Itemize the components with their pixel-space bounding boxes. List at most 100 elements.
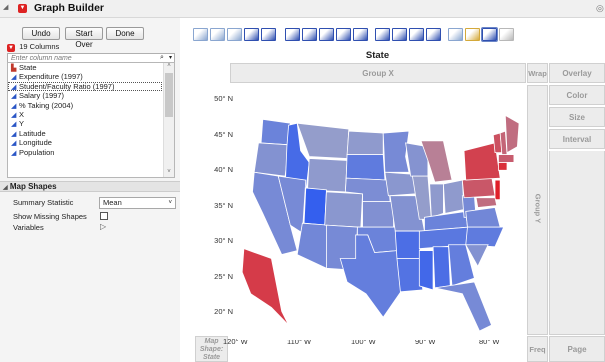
heatmap-icon[interactable] xyxy=(375,28,390,41)
disclosure-triangle-icon[interactable]: ◢ xyxy=(3,4,11,12)
column-item[interactable]: ◢ Longitude xyxy=(8,138,174,147)
state-shape[interactable] xyxy=(307,158,348,193)
state-shape[interactable] xyxy=(324,191,363,228)
size-zone[interactable]: Size xyxy=(549,107,605,127)
contour-icon[interactable] xyxy=(244,28,259,41)
group-y-zone[interactable]: Group Y xyxy=(527,85,548,335)
state-shape[interactable] xyxy=(394,230,422,259)
state-shape[interactable] xyxy=(498,162,508,171)
column-item[interactable]: ◢ X xyxy=(8,110,174,119)
element-toolbar xyxy=(193,27,543,44)
column-item-label: Y xyxy=(19,119,25,129)
column-item-label: Population xyxy=(19,147,55,157)
state-shape[interactable] xyxy=(465,207,501,228)
state-shape[interactable] xyxy=(260,118,291,146)
wrap-zone[interactable]: Wrap xyxy=(527,63,548,83)
state-shape[interactable] xyxy=(303,187,327,226)
red-triangle-menu-icon[interactable]: ▼ xyxy=(18,4,27,13)
state-shape[interactable] xyxy=(346,130,384,155)
map-shapes-icon[interactable] xyxy=(481,27,498,42)
y-axis: 50° N 45° N 40° N 35° N 30° N 25° N 20° N xyxy=(190,86,236,336)
state-shape[interactable] xyxy=(253,142,290,177)
undo-button[interactable]: Undo xyxy=(22,27,60,40)
bar-icon[interactable] xyxy=(302,28,317,41)
scroll-up-icon[interactable]: ˄ xyxy=(165,63,173,71)
line-smooth-icon[interactable] xyxy=(227,28,242,41)
page-zone[interactable]: Page xyxy=(549,336,605,362)
column-item[interactable]: ◢ Population xyxy=(8,148,174,157)
map-shapes-section[interactable]: ◢ Map Shapes xyxy=(0,181,180,192)
state-shape[interactable] xyxy=(504,114,520,154)
jitter-icon[interactable] xyxy=(210,28,225,41)
pie-icon[interactable] xyxy=(392,28,407,41)
state-shape[interactable] xyxy=(498,154,515,163)
column-item[interactable]: ▙ State xyxy=(8,63,174,72)
state-shape[interactable] xyxy=(494,179,501,201)
collapse-triangle-icon[interactable]: ◢ xyxy=(3,185,8,191)
state-shape[interactable] xyxy=(432,246,451,289)
options-icon[interactable]: ◎ xyxy=(596,3,604,14)
search-options-chevron-icon[interactable]: ▾ xyxy=(169,54,172,61)
overlay-zone[interactable]: Overlay xyxy=(549,63,605,83)
column-item-label: Salary (1997) xyxy=(19,91,65,101)
state-shape[interactable] xyxy=(296,222,329,269)
column-item[interactable]: ◢ Expenditure (1997) xyxy=(8,72,174,81)
show-missing-shapes-checkbox[interactable] xyxy=(100,212,108,220)
freq-zone[interactable]: Freq xyxy=(527,336,548,362)
mosaic-icon[interactable] xyxy=(426,28,441,41)
state-shape[interactable] xyxy=(465,226,505,248)
line-icon[interactable] xyxy=(285,28,300,41)
area-icon[interactable] xyxy=(319,28,334,41)
column-list[interactable]: ˄ ˅ ▙ State ◢ Expenditure (1997) ◢ Student/Fa… xyxy=(7,62,175,178)
histogram-icon[interactable] xyxy=(353,28,368,41)
state-shape[interactable] xyxy=(362,201,394,228)
column-item[interactable]: ◢% Taking (2004) xyxy=(8,101,174,110)
y-tick-label: 40° N xyxy=(214,165,233,174)
scroll-down-icon[interactable]: ˅ xyxy=(165,169,173,177)
columns-menu-icon[interactable]: ▼ xyxy=(7,44,15,52)
color-zone[interactable]: Color xyxy=(549,85,605,105)
graph-title: State xyxy=(365,50,390,61)
variables-expand-icon[interactable]: ▷ xyxy=(100,222,106,231)
state-shape[interactable] xyxy=(442,179,465,214)
state-shape[interactable] xyxy=(345,154,386,181)
column-item-label: State xyxy=(19,63,37,72)
column-item-label: X xyxy=(19,109,25,119)
column-item[interactable]: ◢ Y xyxy=(8,119,174,128)
caption-icon[interactable] xyxy=(448,28,463,41)
show-missing-shapes-label: Show Missing Shapes xyxy=(13,212,87,221)
search-icon[interactable]: ⌕ xyxy=(160,54,164,62)
state-shape[interactable] xyxy=(434,281,493,332)
state-shape[interactable] xyxy=(396,258,424,293)
y-tick-label: 35° N xyxy=(214,200,233,210)
scroll-thumb[interactable] xyxy=(165,73,173,117)
start-over-button[interactable]: Start Over xyxy=(65,27,103,49)
interval-zone[interactable]: Interval xyxy=(549,129,605,149)
treemap-icon[interactable] xyxy=(409,28,424,41)
state-shape[interactable] xyxy=(382,130,410,173)
state-shape[interactable] xyxy=(241,248,289,326)
state-shape[interactable] xyxy=(475,197,498,208)
map-points-icon[interactable] xyxy=(499,28,514,41)
done-button[interactable]: Done xyxy=(106,27,144,40)
state-shape[interactable] xyxy=(418,250,434,291)
group-x-zone[interactable]: Group X xyxy=(230,63,526,83)
map-plot-area[interactable] xyxy=(237,86,526,340)
window-title: Graph Builder xyxy=(34,2,105,14)
state-shape[interactable] xyxy=(296,122,350,159)
formula-icon[interactable] xyxy=(465,28,480,41)
column-list-scrollbar[interactable]: ˄ ˅ xyxy=(163,63,174,177)
column-item[interactable]: ◢ Student/Faculty Ratio (1997) xyxy=(8,81,162,92)
summary-statistic-label: Summary Statistic xyxy=(13,198,74,207)
column-item-label: % Taking (2004) xyxy=(19,100,74,110)
state-shape[interactable] xyxy=(429,183,444,218)
boxplot-icon[interactable] xyxy=(336,28,351,41)
ellipse-icon[interactable] xyxy=(261,28,276,41)
summary-statistic-dropdown[interactable]: Mean ˅ xyxy=(99,197,176,209)
column-item[interactable]: ◢ Latitude xyxy=(8,129,174,138)
continuous-icon: ◢ xyxy=(11,149,17,157)
column-item[interactable]: ◢ Salary (1997) xyxy=(8,91,174,100)
points-icon[interactable] xyxy=(193,28,208,41)
columns-header[interactable]: ▼ 19 Columns xyxy=(7,42,59,52)
overlay-column-blank xyxy=(549,151,605,335)
